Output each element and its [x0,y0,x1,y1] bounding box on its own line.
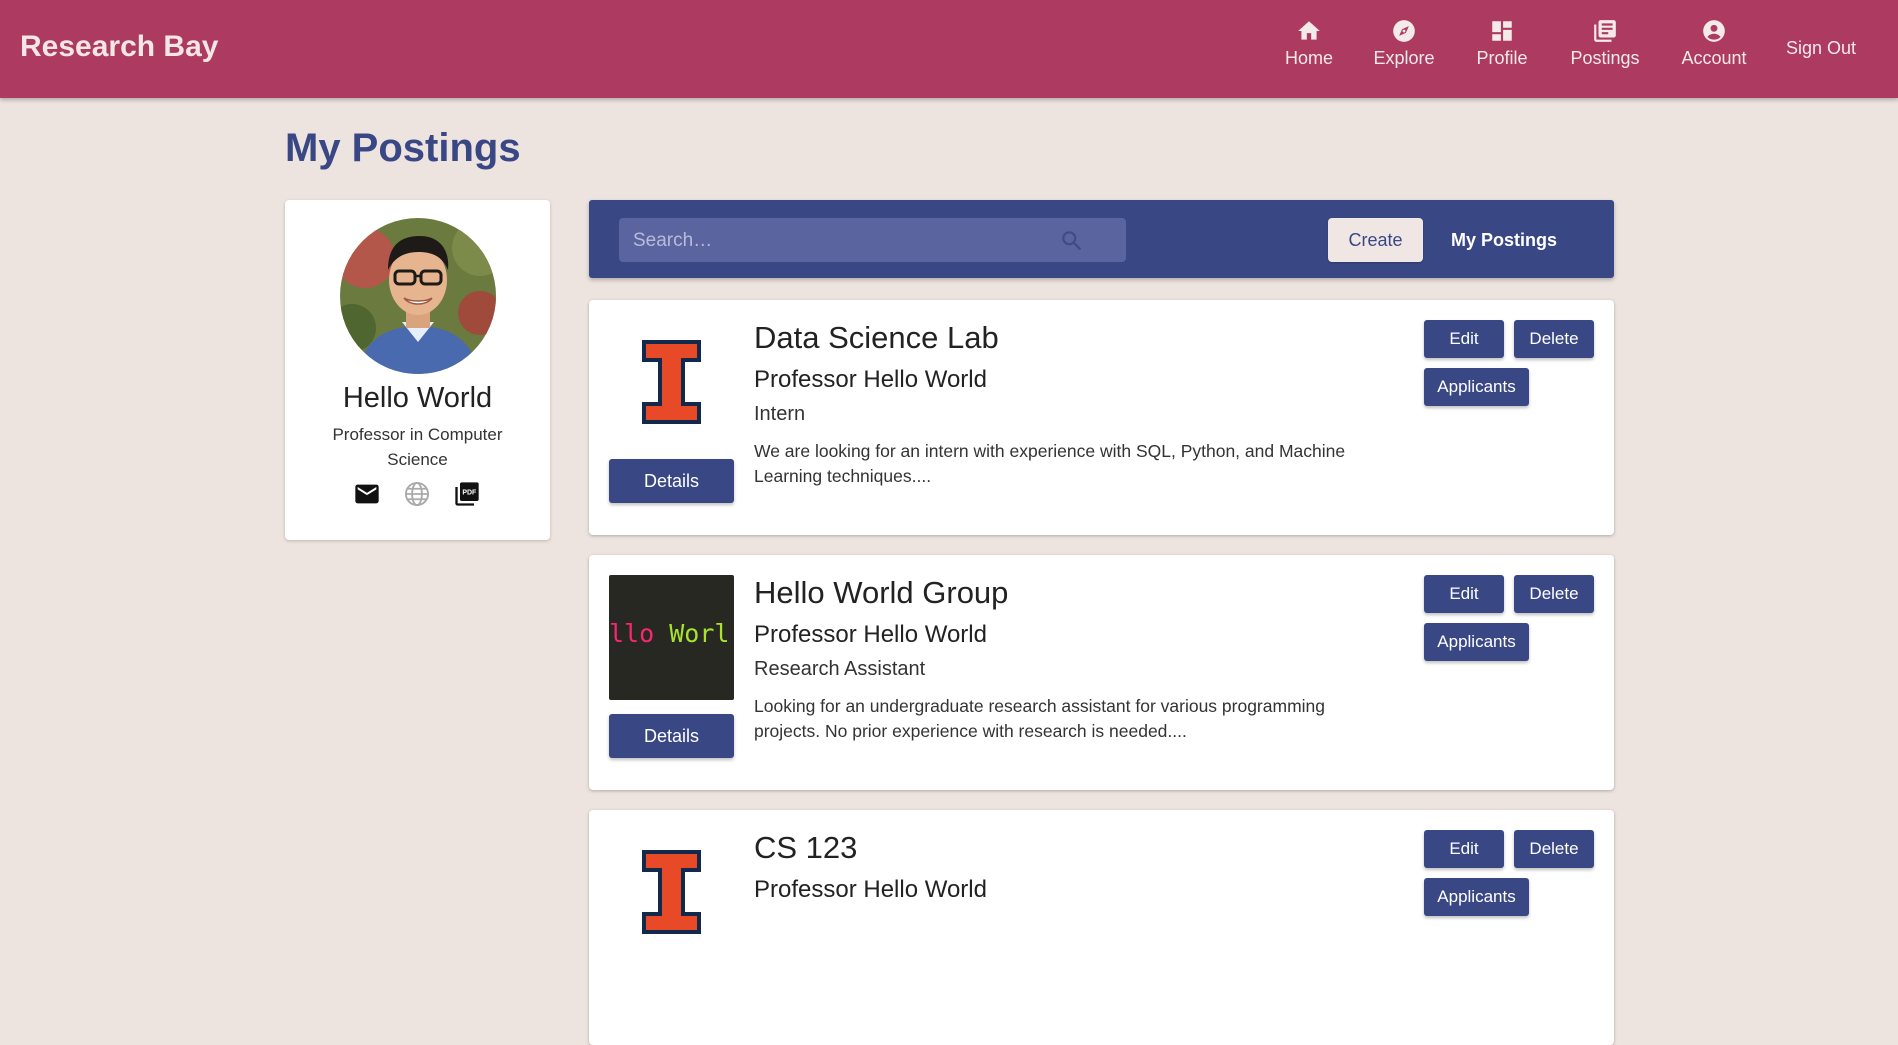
delete-button[interactable]: Delete [1514,320,1594,358]
profile-title: Professor in Computer Science [332,425,503,469]
logo-text-a: llo [609,619,655,648]
edit-button[interactable]: Edit [1424,320,1504,358]
posting-role: Research Assistant [754,658,926,680]
nav-account-label: Account [1681,48,1747,68]
illinois-logo [609,830,734,955]
posting-description: Looking for an undergraduate research as… [754,696,1326,741]
nav-account[interactable]: Account [1680,18,1748,69]
details-button[interactable]: Details [609,459,734,503]
create-button[interactable]: Create [1328,218,1423,262]
dashboard-icon [1492,21,1512,41]
nav-home[interactable]: Home [1283,18,1335,69]
search-icon[interactable] [1059,228,1085,259]
top-app-bar: Research Bay Home Explore Profile Postin… [0,0,1898,98]
account-icon [1703,20,1725,42]
edit-button[interactable]: Edit [1424,830,1504,868]
svg-text:PDF: PDF [462,490,477,497]
nav-home-label: Home [1284,48,1333,68]
nav-postings-label: Postings [1570,48,1640,68]
avatar [340,218,496,374]
posting-title: CS 123 [754,830,858,865]
my-postings-button[interactable]: My Postings [1444,218,1564,262]
brand-logo-text[interactable]: Research Bay [20,30,218,64]
email-icon[interactable] [353,480,381,513]
posting-card: Details Data Science Lab Professor Hello… [589,300,1614,535]
search-box [619,218,1126,264]
posting-card: llo Worl Details Hello World Group Profe… [589,555,1614,790]
applicants-button[interactable]: Applicants [1424,623,1529,661]
nav-postings[interactable]: Postings [1567,18,1643,69]
nav-profile-label: Profile [1476,48,1528,68]
sign-out-button[interactable]: Sign Out [1786,38,1856,59]
nav-explore[interactable]: Explore [1372,18,1436,69]
home-icon [1298,21,1320,40]
profile-card: Hello World Professor in Computer Scienc… [285,200,550,540]
edit-button[interactable]: Edit [1424,575,1504,613]
nav-profile[interactable]: Profile [1474,18,1530,69]
page-title: My Postings [285,126,521,170]
details-button[interactable]: Details [609,714,734,758]
illinois-logo [609,320,734,445]
compass-icon [1393,20,1415,42]
applicants-button[interactable]: Applicants [1424,878,1529,916]
pdf-icon[interactable]: PDF [453,480,481,513]
postings-icon [1594,20,1616,42]
globe-icon[interactable] [403,480,431,513]
posting-professor: Professor Hello World [754,366,987,393]
delete-button[interactable]: Delete [1514,830,1594,868]
logo-text-b: Worl [669,619,730,648]
nav-explore-label: Explore [1373,48,1435,68]
posting-role: Intern [754,403,806,425]
search-input[interactable] [631,218,1065,264]
posting-title: Hello World Group [754,575,1009,610]
posting-title: Data Science Lab [754,320,999,355]
postings-toolbar: Create My Postings [589,200,1614,278]
delete-button[interactable]: Delete [1514,575,1594,613]
hello-world-code-logo: llo Worl [609,575,734,700]
posting-description: We are looking for an intern with experi… [754,441,1346,486]
profile-name: Hello World [342,382,493,414]
posting-professor: Professor Hello World [754,621,987,648]
profile-links: PDF [285,480,550,510]
posting-card: CS 123 Professor Hello World Edit Delete… [589,810,1614,1045]
applicants-button[interactable]: Applicants [1424,368,1529,406]
